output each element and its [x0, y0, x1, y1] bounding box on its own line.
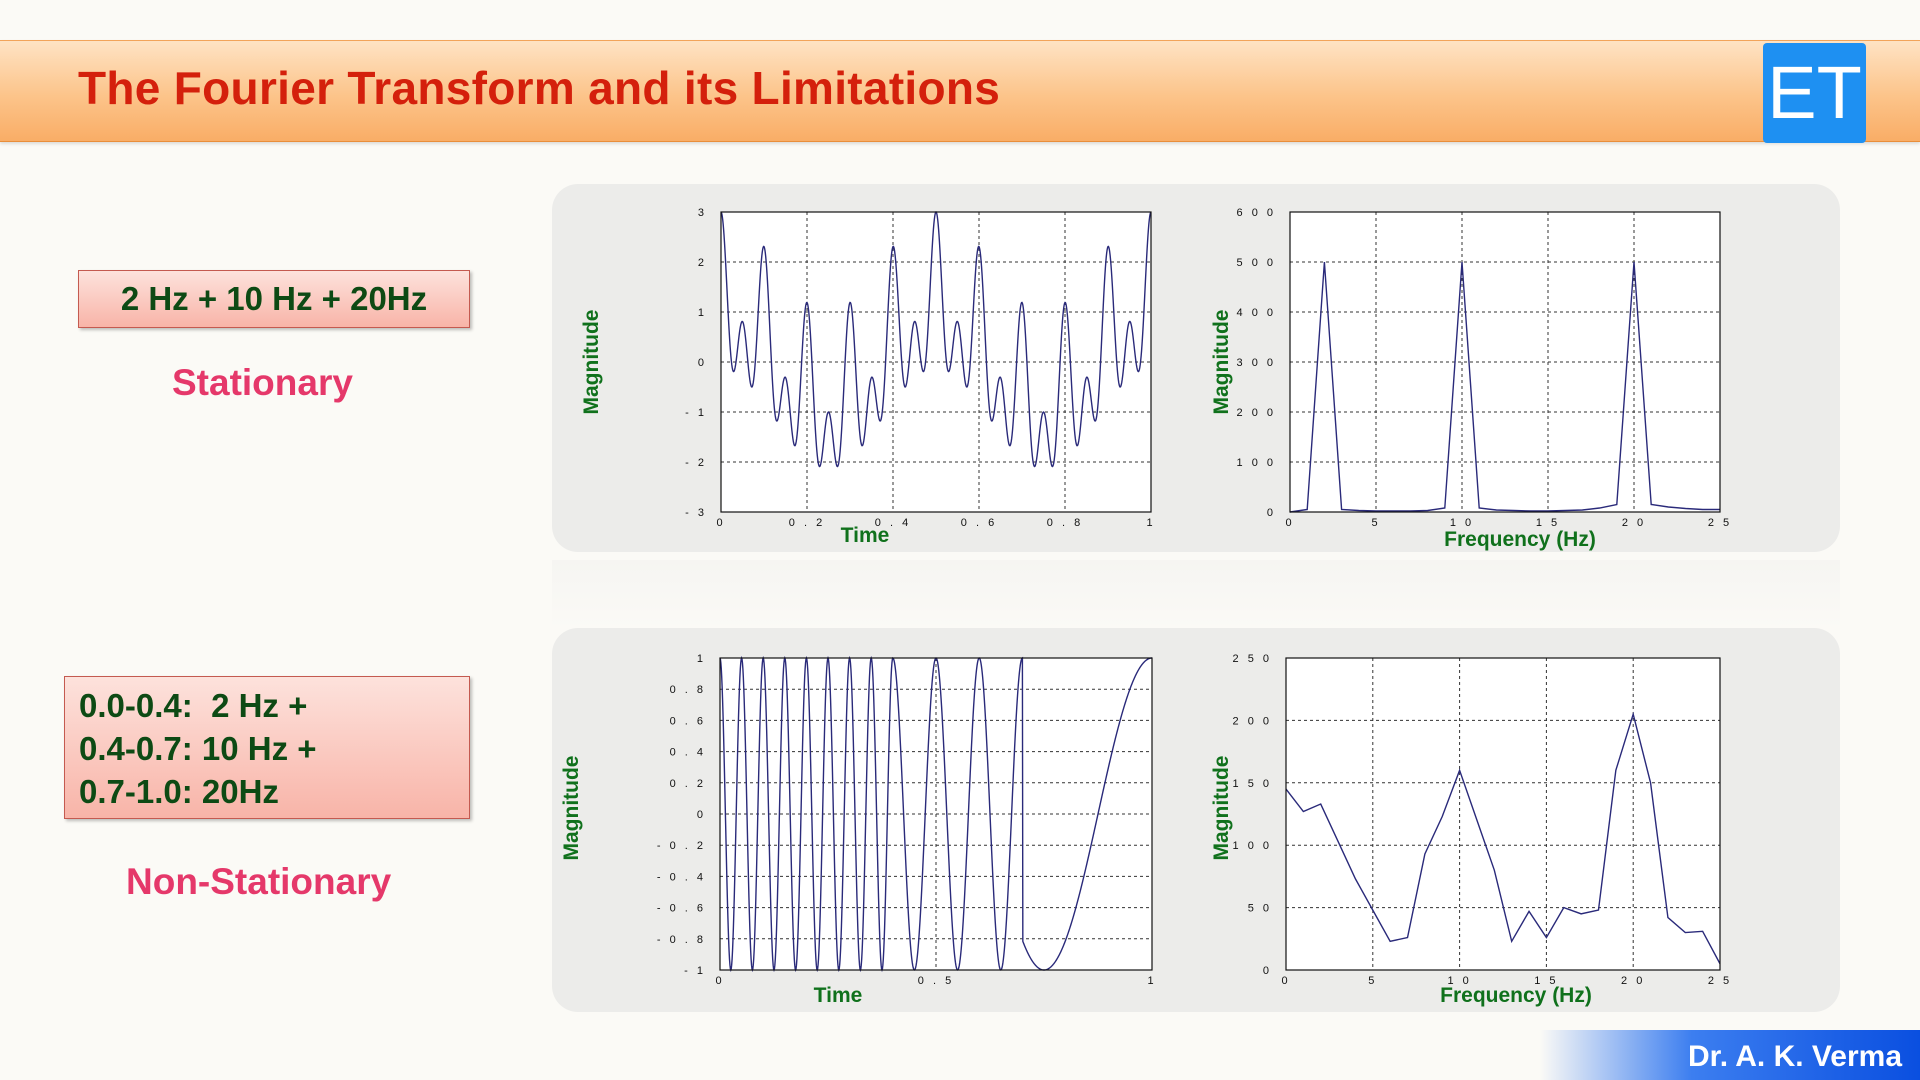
y-tick-label: 1 0 0	[1237, 457, 1276, 469]
y-tick-label: 2 5 0	[1233, 653, 1272, 665]
y-tick-label: 0	[1267, 507, 1276, 519]
y-tick-label: 3	[698, 207, 707, 219]
x-tick-label: 0 . 2	[789, 517, 825, 529]
y-tick-label: 5 0 0	[1237, 257, 1276, 269]
x-tick-label: 0	[715, 975, 724, 987]
y-axis-label: Magnitude	[1210, 310, 1233, 415]
y-tick-label: - 3	[685, 507, 707, 519]
y-tick-label: 4 0 0	[1237, 307, 1276, 319]
x-tick-label: 2 5	[1708, 517, 1732, 529]
y-tick-label: 3 0 0	[1237, 357, 1276, 369]
y-tick-label: 0	[698, 357, 707, 369]
x-axis-label: Time	[814, 984, 863, 1007]
slide-title: The Fourier Transform and its Limitation…	[78, 62, 1001, 114]
y-tick-label: 1 0 0	[1233, 840, 1272, 852]
x-axis-label: Frequency (Hz)	[1440, 984, 1592, 1007]
y-tick-label: - 1	[684, 965, 706, 977]
y-tick-label: - 0 . 6	[657, 903, 706, 915]
panel-reflection	[552, 560, 1840, 630]
stationary-formula-box: 2 Hz + 10 Hz + 20Hz	[78, 270, 470, 328]
x-tick-label: 1	[1146, 517, 1155, 529]
formula-line-1: 0.0-0.4: 2 Hz +	[79, 687, 308, 724]
non-stationary-time-plot: 0 0 . 5 1 - 1 - 0 . 8 - 0 . 6 - 0 . 4 - 0 . 2 0 0…	[560, 653, 1156, 1007]
y-tick-label: - 1	[685, 407, 707, 419]
y-tick-label: 2 0 0	[1237, 407, 1276, 419]
formula-line-3: 0.7-1.0: 20Hz	[79, 773, 279, 810]
x-tick-label: 2 0	[1622, 517, 1646, 529]
x-axis-label: Time	[841, 524, 890, 547]
y-tick-label: - 0 . 4	[657, 871, 706, 883]
non-stationary-label: Non-Stationary	[126, 861, 392, 902]
title-bar: The Fourier Transform and its Limitation…	[0, 40, 1920, 143]
y-tick-label: 1	[697, 653, 706, 665]
y-tick-label: 2	[698, 257, 707, 269]
y-tick-label: 0 . 4	[670, 747, 706, 759]
y-tick-label: - 2	[685, 457, 707, 469]
x-tick-label: 0 . 8	[1047, 517, 1083, 529]
y-tick-label: 0	[1263, 965, 1272, 977]
author-name: Dr. A. K. Verma	[1688, 1040, 1902, 1073]
stationary-label: Stationary	[172, 362, 353, 403]
non-stationary-spectrum-plot: 051 01 52 02 505 01 0 01 5 02 0 02 5 0Ma…	[1210, 653, 1732, 1007]
plot-area	[1290, 212, 1720, 512]
y-tick-label: - 0 . 2	[657, 840, 706, 852]
stationary-spectrum-plot: 051 01 52 02 501 0 02 0 03 0 04 0 05 0 0…	[1210, 207, 1732, 551]
y-tick-label: 5 0	[1248, 903, 1272, 915]
x-tick-label: 2 5	[1708, 975, 1732, 987]
y-tick-label: - 0 . 8	[657, 934, 706, 946]
x-tick-label: 0	[716, 517, 725, 529]
plot-area	[721, 212, 1151, 512]
x-tick-label: 0	[1285, 517, 1294, 529]
y-tick-label: 2 0 0	[1233, 715, 1272, 727]
footer-bar: Dr. A. K. Verma	[1540, 1030, 1920, 1080]
y-tick-label: 1 5 0	[1233, 778, 1272, 790]
x-tick-label: 0 . 5	[918, 975, 954, 987]
x-tick-label: 2 0	[1621, 975, 1645, 987]
x-tick-label: 0 . 6	[961, 517, 997, 529]
y-axis-label: Magnitude	[580, 310, 603, 415]
non-stationary-formula-box: 0.0-0.4: 2 Hz + 0.4-0.7: 10 Hz + 0.7-1.0…	[64, 676, 470, 819]
y-tick-label: 6 0 0	[1237, 207, 1276, 219]
x-tick-label: 1	[1147, 975, 1156, 987]
x-tick-label: 5	[1371, 517, 1380, 529]
y-tick-label: 0 . 2	[670, 778, 706, 790]
x-axis-label: Frequency (Hz)	[1444, 528, 1596, 551]
x-tick-label: 0	[1281, 975, 1290, 987]
y-tick-label: 0	[697, 809, 706, 821]
y-tick-label: 1	[698, 307, 707, 319]
y-tick-label: 0 . 8	[670, 684, 706, 696]
y-axis-label: Magnitude	[1210, 756, 1233, 861]
formula-line-2: 0.4-0.7: 10 Hz +	[79, 730, 317, 767]
y-axis-label: Magnitude	[560, 756, 583, 861]
et-logo: ET	[1763, 43, 1866, 143]
stationary-time-plot: 00 . 20 . 40 . 60 . 8 1- 3- 2- 10123Magni…	[580, 207, 1155, 547]
y-tick-label: 0 . 6	[670, 715, 706, 727]
x-tick-label: 5	[1368, 975, 1377, 987]
